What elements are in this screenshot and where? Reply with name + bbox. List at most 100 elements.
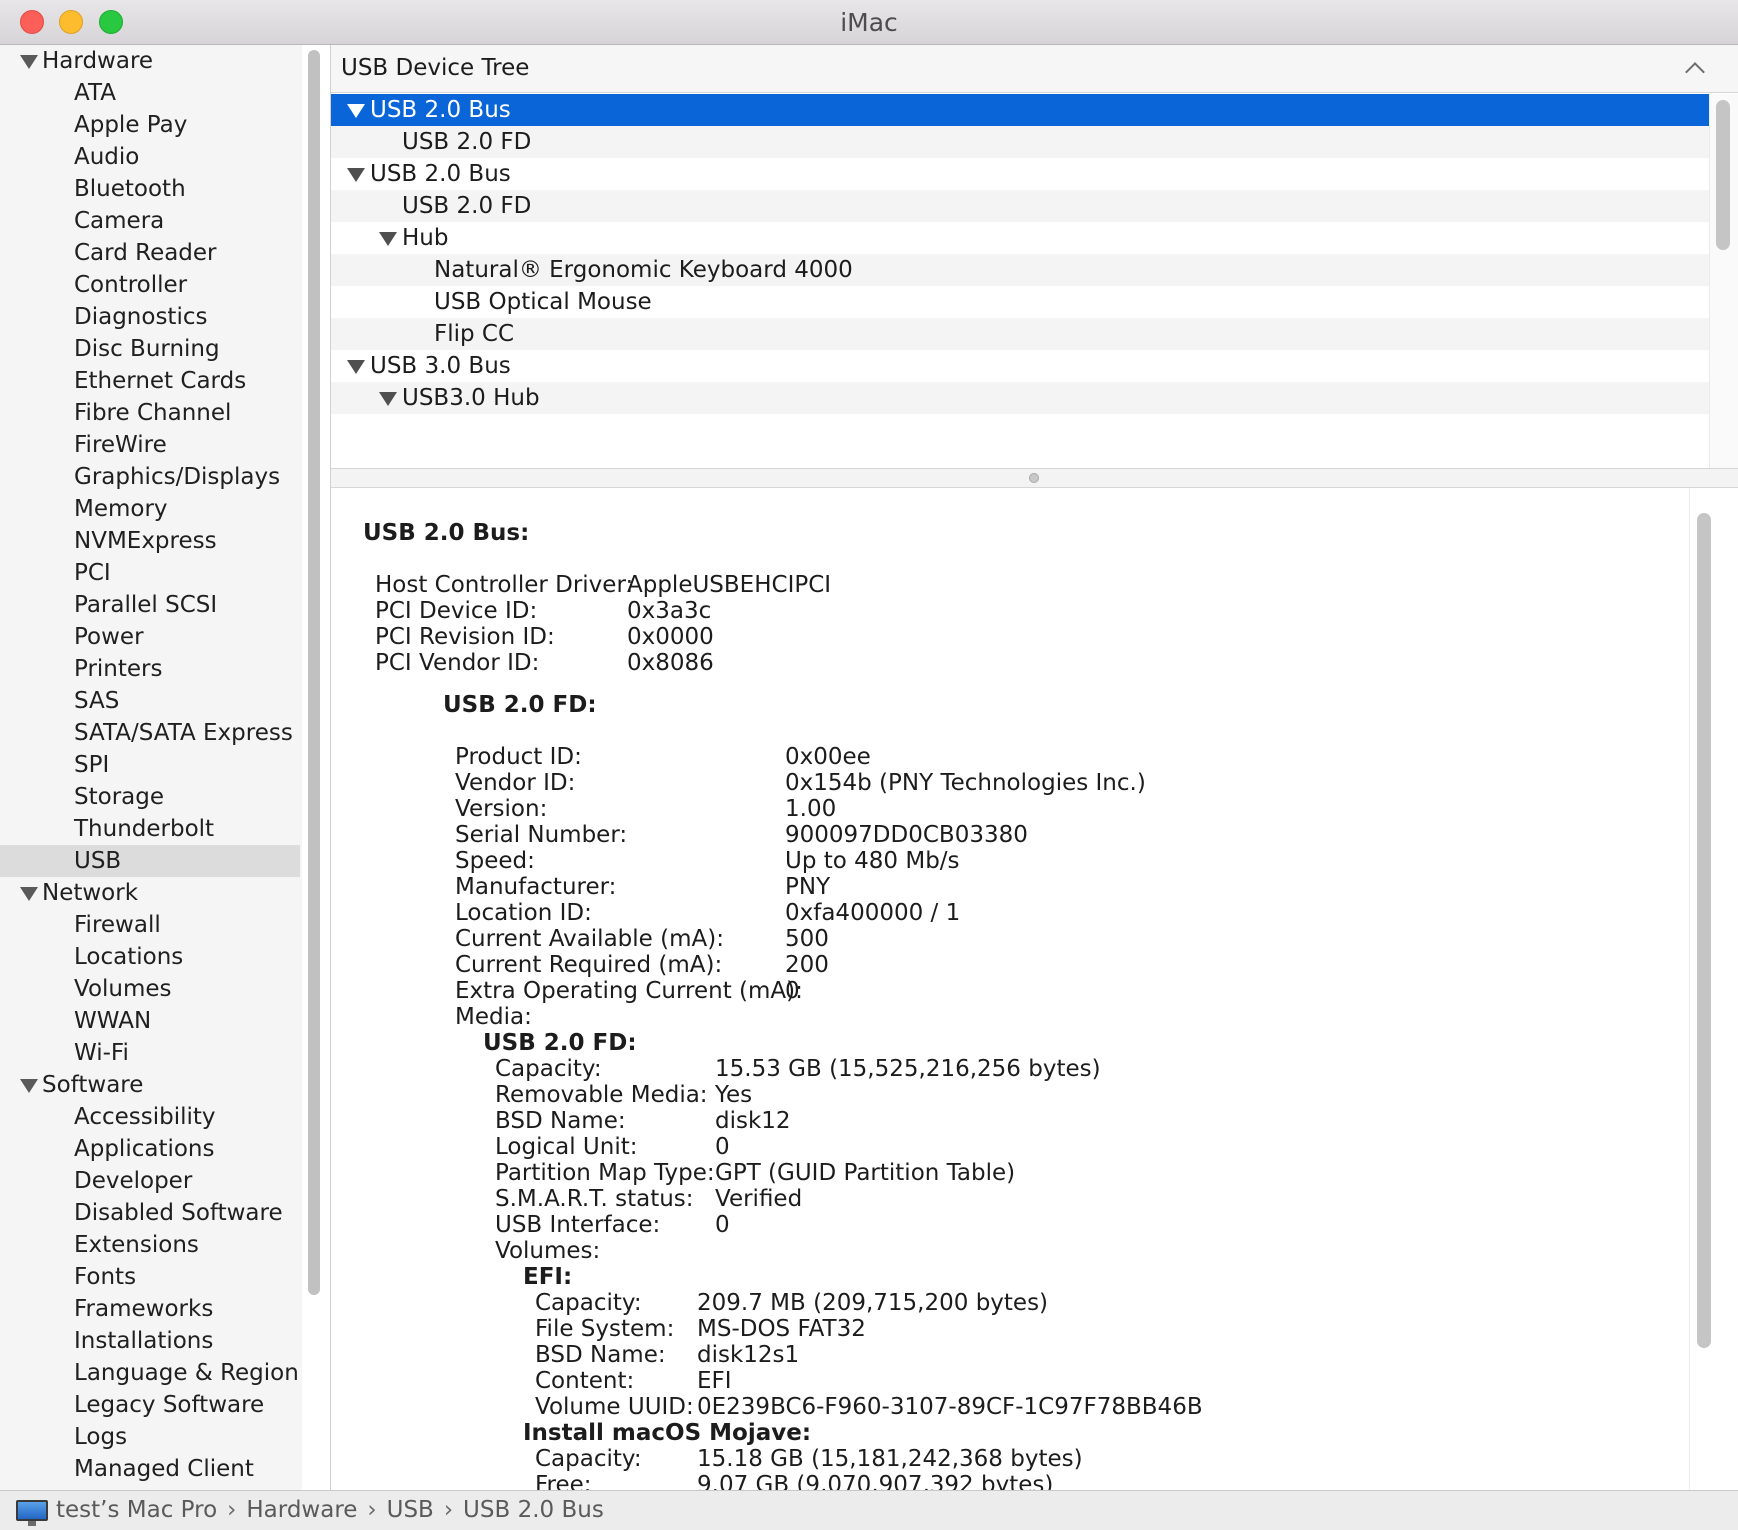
breadcrumb-item-hardware[interactable]: Hardware [246, 1491, 357, 1529]
disclosure-triangle-icon[interactable] [347, 104, 365, 118]
detail-scrollbar[interactable] [1697, 513, 1711, 1348]
sidebar-item-controller[interactable]: Controller [0, 269, 300, 301]
sidebar-item-firewire[interactable]: FireWire [0, 429, 300, 461]
sidebar-item-wi-fi[interactable]: Wi-Fi [0, 1037, 300, 1069]
sidebar-item-logs[interactable]: Logs [0, 1421, 300, 1453]
sidebar-item-frameworks[interactable]: Frameworks [0, 1293, 300, 1325]
tree-row[interactable]: Natural® Ergonomic Keyboard 4000 [331, 254, 1709, 286]
breadcrumb-item-usb-2-0-bus[interactable]: USB 2.0 Bus [463, 1491, 604, 1529]
sidebar-item-legacy-software[interactable]: Legacy Software [0, 1389, 300, 1421]
tree-row[interactable]: USB 3.0 Bus [331, 350, 1709, 382]
sidebar-item-ata[interactable]: ATA [0, 77, 300, 109]
sidebar-item-storage[interactable]: Storage [0, 781, 300, 813]
sidebar-item-power[interactable]: Power [0, 621, 300, 653]
sidebar-item-nvmexpress[interactable]: NVMExpress [0, 525, 300, 557]
sidebar-item-disabled-software[interactable]: Disabled Software [0, 1197, 300, 1229]
disclosure-triangle-icon[interactable] [20, 887, 38, 901]
tree-row[interactable]: Hub [331, 222, 1709, 254]
detail-pane: USB 2.0 Bus: Host Controller Driver: Apple… [331, 488, 1701, 1490]
disclosure-triangle-icon[interactable] [20, 1079, 38, 1093]
sidebar-item-usb[interactable]: USB [0, 845, 300, 877]
property-name: Capacity: [535, 1290, 642, 1316]
sidebar-item-printers[interactable]: Printers [0, 653, 300, 685]
bus-title: USB 2.0 Bus: [363, 520, 530, 546]
tree-row[interactable]: USB3.0 Hub [331, 382, 1709, 414]
tree-row[interactable]: USB 2.0 FD [331, 126, 1709, 158]
sidebar-item-language-region[interactable]: Language & Region [0, 1357, 300, 1389]
property-value: Up to 480 Mb/s [785, 848, 960, 874]
sidebar-item-fibre-channel[interactable]: Fibre Channel [0, 397, 300, 429]
tree-row[interactable]: USB 2.0 Bus [331, 158, 1709, 190]
sidebar-item-extensions[interactable]: Extensions [0, 1229, 300, 1261]
property-name: Version: [455, 796, 548, 822]
chevron-up-icon[interactable] [1685, 62, 1705, 82]
property-name: Removable Media: [495, 1082, 708, 1108]
split-handle-icon[interactable] [1029, 473, 1039, 483]
breadcrumb-item-test-s-mac-pro[interactable]: test’s Mac Pro [56, 1491, 217, 1529]
property-name: Speed: [455, 848, 535, 874]
sidebar-item-accessibility[interactable]: Accessibility [0, 1101, 300, 1133]
tree-header[interactable]: USB Device Tree [331, 45, 1738, 93]
sidebar-item-fonts[interactable]: Fonts [0, 1261, 300, 1293]
tree-row-label: Flip CC [434, 321, 515, 347]
breadcrumb-item-usb[interactable]: USB [387, 1491, 434, 1529]
sidebar-item-diagnostics[interactable]: Diagnostics [0, 301, 300, 333]
tree-row-label: USB 2.0 FD [402, 129, 532, 155]
sidebar-item-wwan[interactable]: WWAN [0, 1005, 300, 1037]
property-name: Vendor ID: [455, 770, 576, 796]
sidebar-item-sata-sata-express[interactable]: SATA/SATA Express [0, 717, 300, 749]
disclosure-triangle-icon[interactable] [347, 360, 365, 374]
property-name: Capacity: [535, 1446, 642, 1472]
property-value: 500 [785, 926, 829, 952]
sidebar-item-applications[interactable]: Applications [0, 1133, 300, 1165]
sidebar-item-volumes[interactable]: Volumes [0, 973, 300, 1005]
sidebar-item-audio[interactable]: Audio [0, 141, 300, 173]
sidebar-item-ethernet-cards[interactable]: Ethernet Cards [0, 365, 300, 397]
sidebar-item-parallel-scsi[interactable]: Parallel SCSI [0, 589, 300, 621]
sidebar-item-graphics-displays[interactable]: Graphics/Displays [0, 461, 300, 493]
sidebar-item-sas[interactable]: SAS [0, 685, 300, 717]
property-value: 0 [715, 1134, 730, 1160]
property-name: Product ID: [455, 744, 582, 770]
title-bar[interactable]: iMac [0, 0, 1738, 45]
sidebar-item-disc-burning[interactable]: Disc Burning [0, 333, 300, 365]
sidebar-item-bluetooth[interactable]: Bluetooth [0, 173, 300, 205]
property-name: Partition Map Type: [495, 1160, 715, 1186]
tree-row[interactable]: USB 2.0 FD [331, 190, 1709, 222]
breadcrumb: test’s Mac Pro › Hardware › USB › USB 2.0 Bus [56, 1491, 604, 1529]
sidebar-group-software[interactable]: Software [0, 1069, 300, 1101]
sidebar-item-card-reader[interactable]: Card Reader [0, 237, 300, 269]
split-view-divider[interactable] [331, 468, 1738, 488]
sidebar-item-locations[interactable]: Locations [0, 941, 300, 973]
sidebar-item-camera[interactable]: Camera [0, 205, 300, 237]
sidebar-group-label: Hardware [42, 48, 154, 74]
sidebar-item-developer[interactable]: Developer [0, 1165, 300, 1197]
disclosure-triangle-icon[interactable] [20, 55, 38, 69]
sidebar-item-apple-pay[interactable]: Apple Pay [0, 109, 300, 141]
sidebar-item-firewall[interactable]: Firewall [0, 909, 300, 941]
tree-row[interactable]: USB Optical Mouse [331, 286, 1709, 318]
disclosure-triangle-icon[interactable] [347, 168, 365, 182]
sidebar-scrollbar[interactable] [308, 50, 320, 1295]
sidebar-item-installations[interactable]: Installations [0, 1325, 300, 1357]
sidebar-group-network[interactable]: Network [0, 877, 300, 909]
property-name: PCI Device ID: [375, 598, 538, 624]
disclosure-triangle-icon[interactable] [379, 232, 397, 246]
sidebar-item-spi[interactable]: SPI [0, 749, 300, 781]
property-value: PNY [785, 874, 831, 900]
property-name: Current Available (mA): [455, 926, 724, 952]
tree-scrollbar[interactable] [1716, 100, 1730, 250]
tree-row-label: USB 2.0 FD [402, 193, 532, 219]
sidebar-item-pci[interactable]: PCI [0, 557, 300, 589]
tree-row[interactable]: Flip CC [331, 318, 1709, 350]
property-name: Content: [535, 1368, 635, 1394]
disclosure-triangle-icon[interactable] [379, 392, 397, 406]
sidebar-item-managed-client[interactable]: Managed Client [0, 1453, 300, 1485]
tree-row-label: USB 2.0 Bus [370, 161, 511, 187]
sidebar-item-thunderbolt[interactable]: Thunderbolt [0, 813, 300, 845]
sidebar-group-hardware[interactable]: Hardware [0, 45, 300, 77]
sidebar-item-memory[interactable]: Memory [0, 493, 300, 525]
tree-row[interactable]: USB 2.0 Bus [331, 94, 1709, 126]
sidebar-group-label: Software [42, 1072, 144, 1098]
property-value: 0x3a3c [627, 598, 712, 624]
